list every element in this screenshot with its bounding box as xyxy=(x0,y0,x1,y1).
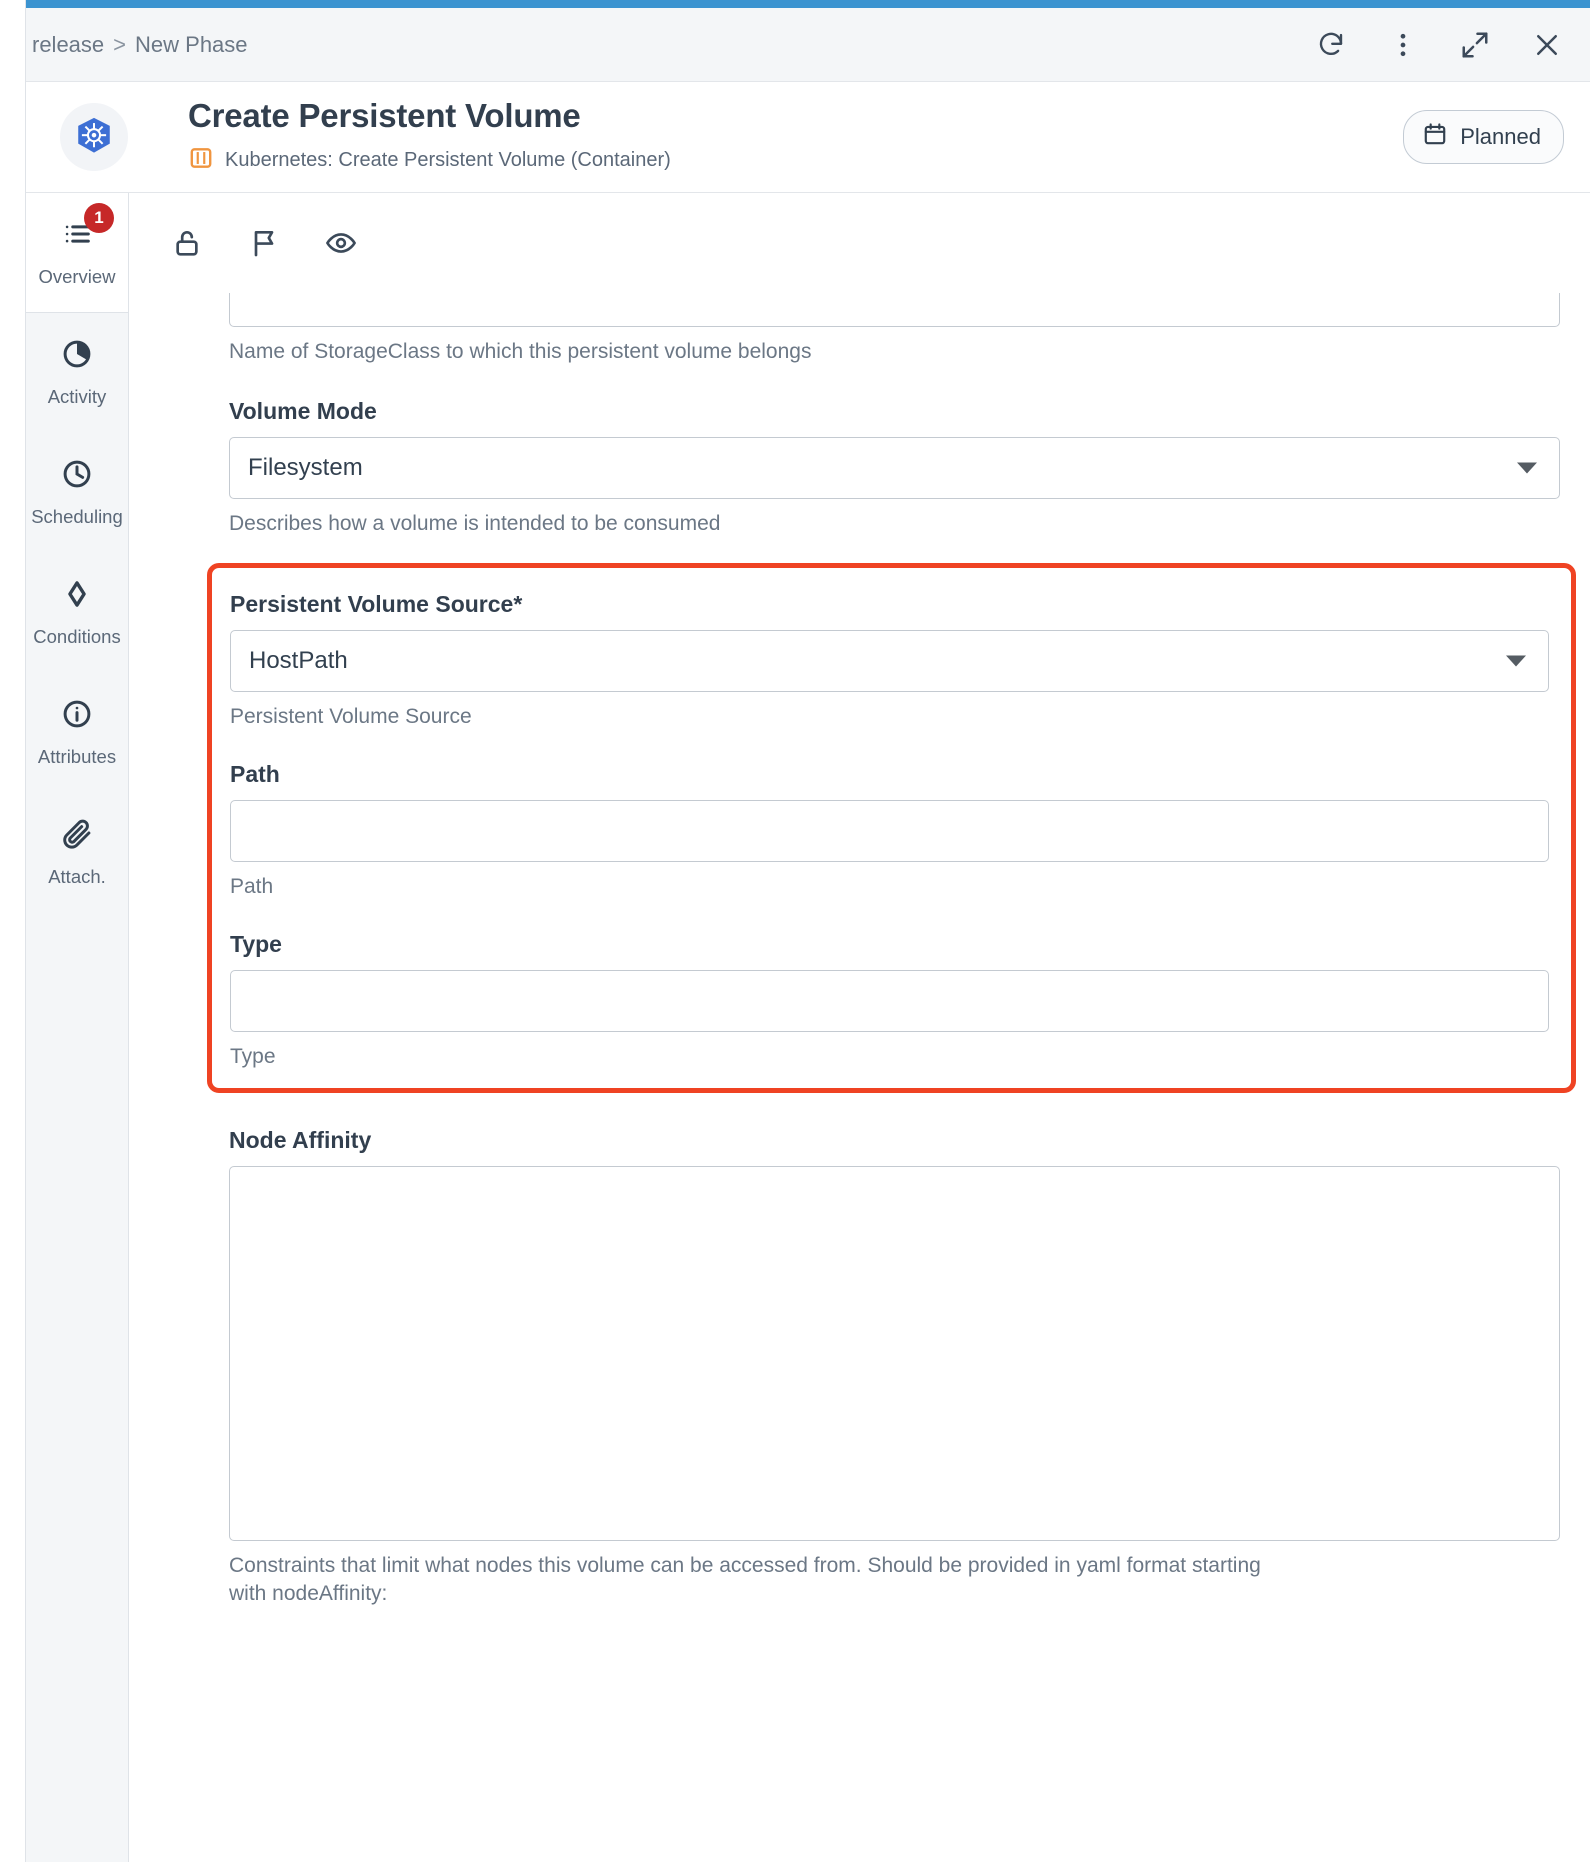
form-area: Name of StorageClass to which this persi… xyxy=(129,293,1590,1608)
clock-icon xyxy=(60,457,94,496)
kubernetes-logo-icon xyxy=(60,103,128,171)
volume-mode-value: Filesystem xyxy=(248,454,363,482)
status-badge[interactable]: Planned xyxy=(1403,110,1564,164)
persistent-volume-source-highlight: Persistent Volume Source* HostPath Persi… xyxy=(207,562,1576,1093)
unlock-icon[interactable] xyxy=(170,226,204,260)
sidebar-item-label: Overview xyxy=(38,266,116,287)
persistent-volume-source-field: Persistent Volume Source* HostPath Persi… xyxy=(230,591,1549,731)
persistent-volume-source-label: Persistent Volume Source* xyxy=(230,591,1549,618)
page-header: Create Persistent Volume Kubernetes: Cre… xyxy=(26,82,1590,193)
page-subtitle: Kubernetes: Create Persistent Volume (Co… xyxy=(225,148,671,171)
persistent-volume-source-select[interactable]: HostPath xyxy=(230,629,1549,692)
breadcrumb-separator: > xyxy=(113,31,127,57)
storage-class-help: Name of StorageClass to which this persi… xyxy=(229,340,812,363)
sidebar-item-label: Attributes xyxy=(37,746,117,767)
breadcrumb: release > New Phase xyxy=(32,32,248,58)
node-affinity-help: Constraints that limit what nodes this v… xyxy=(229,1553,1261,1606)
breadcrumb-bar: release > New Phase xyxy=(26,8,1590,82)
sidebar-item-label: Conditions xyxy=(33,626,121,647)
sidebar-item-label: Scheduling xyxy=(31,506,123,527)
more-options-icon[interactable] xyxy=(1386,28,1420,62)
title-block: Create Persistent Volume Kubernetes: Cre… xyxy=(188,98,671,175)
info-icon xyxy=(60,697,94,736)
path-label: Path xyxy=(230,761,280,788)
persistent-volume-source-help: Persistent Volume Source xyxy=(230,704,472,728)
sidebar-item-label: Attach. xyxy=(48,866,106,887)
pvs-label-text: Persistent Volume Source xyxy=(230,590,514,617)
breadcrumb-parent[interactable]: release xyxy=(32,32,104,58)
node-affinity-field: Node Affinity Constraints that limit wha… xyxy=(229,1127,1560,1609)
app-window: release > New Phase Create Persistent Vo… xyxy=(0,0,1590,1862)
type-input[interactable] xyxy=(230,970,1549,1033)
path-help: Path xyxy=(230,875,274,899)
chevron-down-icon xyxy=(1506,655,1526,667)
flag-icon[interactable] xyxy=(247,226,281,260)
content-toolbar xyxy=(129,193,1590,293)
expand-icon[interactable] xyxy=(1458,28,1492,62)
sidebar: 1 Overview Activity Scheduling Condition… xyxy=(26,193,129,1862)
page-title: Create Persistent Volume xyxy=(188,97,581,135)
window-left-gutter xyxy=(0,0,26,1862)
diamond-icon xyxy=(60,577,94,616)
volume-mode-help: Describes how a volume is intended to be… xyxy=(229,512,721,536)
main-content: Name of StorageClass to which this persi… xyxy=(129,193,1590,1862)
container-icon xyxy=(188,145,214,176)
breadcrumb-current[interactable]: New Phase xyxy=(135,32,248,58)
subtitle-row: Kubernetes: Create Persistent Volume (Co… xyxy=(188,145,671,176)
window-actions xyxy=(1314,28,1564,62)
refresh-icon[interactable] xyxy=(1314,28,1348,62)
storage-class-input[interactable] xyxy=(229,293,1560,327)
list-icon: 1 xyxy=(60,203,114,256)
node-affinity-textarea[interactable] xyxy=(229,1165,1560,1541)
type-label: Type xyxy=(230,931,282,958)
storage-class-field: Name of StorageClass to which this persi… xyxy=(229,293,1560,366)
node-affinity-label: Node Affinity xyxy=(229,1126,372,1153)
calendar-icon xyxy=(1422,121,1448,153)
persistent-volume-source-value: HostPath xyxy=(249,646,348,674)
sidebar-item-attachments[interactable]: Attach. xyxy=(26,793,128,913)
type-help: Type xyxy=(230,1045,276,1069)
path-input[interactable] xyxy=(230,800,1549,863)
sidebar-item-overview[interactable]: 1 Overview xyxy=(26,193,128,313)
close-icon[interactable] xyxy=(1530,28,1564,62)
sidebar-item-attributes[interactable]: Attributes xyxy=(26,673,128,793)
status-badge-label: Planned xyxy=(1460,124,1541,149)
volume-mode-select[interactable]: Filesystem xyxy=(229,437,1560,500)
type-field: Type Type xyxy=(230,931,1549,1071)
volume-mode-label: Volume Mode xyxy=(229,398,377,425)
volume-mode-field: Volume Mode Filesystem Describes how a v… xyxy=(229,398,1560,538)
pie-chart-icon xyxy=(60,337,94,376)
sidebar-item-label: Activity xyxy=(47,386,107,407)
required-marker: * xyxy=(513,590,523,617)
chevron-down-icon xyxy=(1517,462,1537,474)
sidebar-item-conditions[interactable]: Conditions xyxy=(26,553,128,673)
overview-badge-count: 1 xyxy=(84,203,114,233)
path-field: Path Path xyxy=(230,761,1549,901)
sidebar-item-activity[interactable]: Activity xyxy=(26,313,128,433)
top-accent-bar xyxy=(26,0,1590,8)
eye-icon[interactable] xyxy=(324,226,358,260)
paperclip-icon xyxy=(60,817,94,856)
sidebar-item-scheduling[interactable]: Scheduling xyxy=(26,433,128,553)
